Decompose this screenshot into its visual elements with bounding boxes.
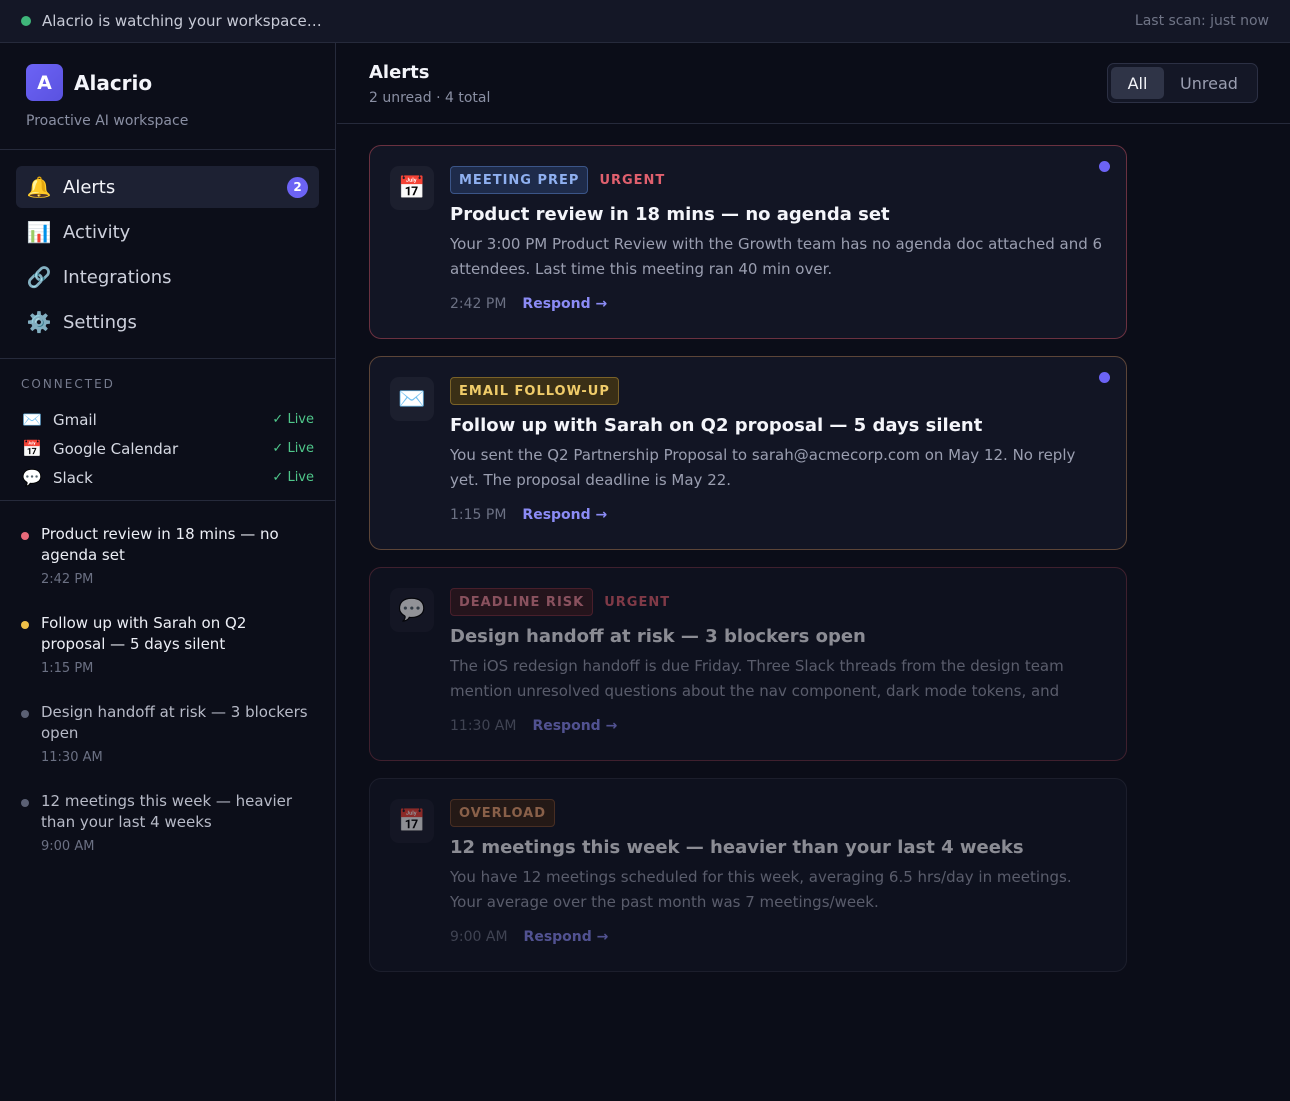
integration-name: Google Calendar xyxy=(53,439,179,458)
status-indicator-dot xyxy=(21,16,31,26)
alert-card[interactable]: ✉️ EMAIL FOLLOW-UP Follow up with Sarah … xyxy=(369,356,1127,550)
speech-bubble-icon: 💬 xyxy=(22,468,42,487)
respond-link[interactable]: Respond → xyxy=(522,507,607,523)
priority-dot xyxy=(21,532,29,540)
alert-time: 9:00 AM xyxy=(450,929,508,945)
priority-dot xyxy=(21,799,29,807)
category-tag: MEETING PREP xyxy=(450,166,589,194)
last-scan-text: Last scan: just now xyxy=(1134,13,1269,29)
category-tag: DEADLINE RISK xyxy=(450,588,594,616)
alert-description: You sent the Q2 Partnership Proposal to … xyxy=(450,446,1076,489)
integration-status: ✓ Live xyxy=(272,412,314,427)
connected-integrations: CONNECTED ✉️ Gmail ✓ Live 📅 Google Calen… xyxy=(0,359,335,501)
respond-link[interactable]: Respond → xyxy=(532,718,617,734)
urgent-label: URGENT xyxy=(604,594,671,610)
filter-unread-button[interactable]: Unread xyxy=(1164,67,1254,99)
unread-indicator xyxy=(1099,372,1110,383)
bell-icon: 🔔 xyxy=(26,175,52,199)
calendar-icon: 📅 xyxy=(390,166,434,210)
integration-status: ✓ Live xyxy=(272,441,314,456)
integration-gmail: ✉️ Gmail ✓ Live xyxy=(21,405,314,434)
connected-section-label: CONNECTED xyxy=(21,377,115,391)
category-tag: OVERLOAD xyxy=(450,799,556,827)
alert-time: 2:42 PM xyxy=(450,296,507,312)
app-logo: A xyxy=(26,64,63,101)
gear-icon: ⚙️ xyxy=(26,310,52,334)
recent-alert-title: Design handoff at risk — 3 blockers open xyxy=(41,703,308,742)
alert-time: 11:30 AM xyxy=(450,718,517,734)
sidebar: A Alacrio Proactive AI workspace 🔔 Alert… xyxy=(0,43,336,1101)
alerts-header: Alerts 2 unread · 4 total All Unread xyxy=(337,43,1290,124)
alert-card[interactable]: 📅 OVERLOAD 12 meetings this week — heavi… xyxy=(369,778,1127,972)
urgent-label: URGENT xyxy=(599,172,666,188)
alert-description: Your 3:00 PM Product Review with the Gro… xyxy=(450,235,1103,278)
recent-alert-time: 1:15 PM xyxy=(41,661,94,676)
integration-status: ✓ Live xyxy=(272,470,314,485)
unread-indicator xyxy=(1099,161,1110,172)
integration-name: Gmail xyxy=(53,410,97,429)
alert-description: You have 12 meetings scheduled for this … xyxy=(450,868,1072,911)
status-bar: Alacrio is watching your workspace… Last… xyxy=(0,0,1290,43)
filter-toggle: All Unread xyxy=(1107,63,1258,103)
sidebar-item-label: Integrations xyxy=(63,266,172,288)
sidebar-item-activity[interactable]: 📊 Activity xyxy=(16,211,319,253)
recent-alert-time: 2:42 PM xyxy=(41,572,94,587)
recent-alert-title: 12 meetings this week — heavier than you… xyxy=(41,792,293,831)
alert-title: Design handoff at risk — 3 blockers open xyxy=(450,626,866,647)
integration-name: Slack xyxy=(53,468,93,487)
alerts-count-badge: 2 xyxy=(287,176,308,198)
alert-card[interactable]: 📅 MEETING PREP URGENT Product review in … xyxy=(369,145,1127,339)
alert-time: 1:15 PM xyxy=(450,507,507,523)
envelope-icon: ✉️ xyxy=(22,410,42,429)
brand-header: A Alacrio Proactive AI workspace xyxy=(0,43,335,150)
sidebar-item-alerts[interactable]: 🔔 Alerts 2 xyxy=(16,166,319,208)
alert-title: Product review in 18 mins — no agenda se… xyxy=(450,204,890,225)
list-item[interactable]: Follow up with Sarah on Q2 proposal — 5 … xyxy=(21,613,314,676)
sidebar-item-integrations[interactable]: 🔗 Integrations xyxy=(16,256,319,298)
priority-dot xyxy=(21,710,29,718)
app-name: Alacrio xyxy=(74,70,153,95)
alert-card[interactable]: 💬 DEADLINE RISK URGENT Design handoff at… xyxy=(369,567,1127,761)
alert-cards: 📅 MEETING PREP URGENT Product review in … xyxy=(337,124,1290,972)
list-item[interactable]: Design handoff at risk — 3 blockers open… xyxy=(21,702,314,765)
category-tag: EMAIL FOLLOW-UP xyxy=(450,377,619,405)
integration-slack: 💬 Slack ✓ Live xyxy=(21,463,314,492)
sidebar-item-label: Activity xyxy=(63,221,131,243)
alert-title: Follow up with Sarah on Q2 proposal — 5 … xyxy=(450,415,983,436)
list-item[interactable]: 12 meetings this week — heavier than you… xyxy=(21,791,314,854)
link-icon: 🔗 xyxy=(26,265,52,289)
calendar-icon: 📅 xyxy=(390,799,434,843)
recent-alerts-list: Product review in 18 mins — no agenda se… xyxy=(0,501,335,854)
sidebar-item-settings[interactable]: ⚙️ Settings xyxy=(16,301,319,343)
recent-alert-title: Follow up with Sarah on Q2 proposal — 5 … xyxy=(41,614,247,653)
sidebar-nav: 🔔 Alerts 2 📊 Activity 🔗 Integrations ⚙️ … xyxy=(0,150,335,359)
sidebar-item-label: Alerts xyxy=(63,176,116,198)
sidebar-item-label: Settings xyxy=(63,311,137,333)
filter-all-button[interactable]: All xyxy=(1111,67,1164,99)
recent-alert-time: 11:30 AM xyxy=(41,750,103,765)
alert-description: The iOS redesign handoff is due Friday. … xyxy=(450,657,1064,700)
priority-dot xyxy=(21,621,29,629)
watching-status-text: Alacrio is watching your workspace… xyxy=(42,12,322,30)
integration-google-calendar: 📅 Google Calendar ✓ Live xyxy=(21,434,314,463)
alert-title: 12 meetings this week — heavier than you… xyxy=(450,837,1024,858)
speech-bubble-icon: 💬 xyxy=(390,588,434,632)
recent-alert-title: Product review in 18 mins — no agenda se… xyxy=(41,525,279,564)
respond-link[interactable]: Respond → xyxy=(522,296,607,312)
bar-chart-icon: 📊 xyxy=(26,220,52,244)
respond-link[interactable]: Respond → xyxy=(524,929,609,945)
list-item[interactable]: Product review in 18 mins — no agenda se… xyxy=(21,524,314,587)
calendar-icon: 📅 xyxy=(22,439,42,458)
recent-alert-time: 9:00 AM xyxy=(41,839,95,854)
app-tagline: Proactive AI workspace xyxy=(26,113,189,129)
alerts-panel: Alerts 2 unread · 4 total All Unread 📅 M… xyxy=(337,43,1290,1101)
envelope-icon: ✉️ xyxy=(390,377,434,421)
